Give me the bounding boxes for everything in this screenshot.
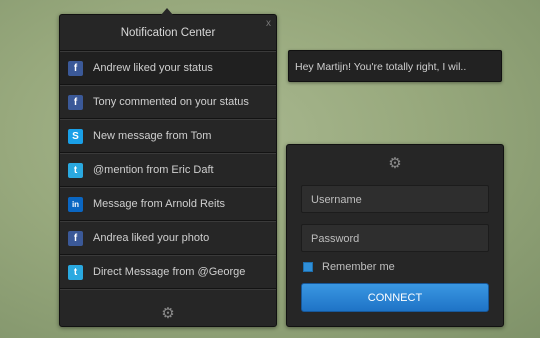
notification-text: Tony commented on your status [93,96,249,108]
login-header: ⚙ [287,145,503,181]
facebook-icon: f [68,230,83,246]
twitter-icon: t [68,162,83,178]
facebook-icon: f [68,60,83,76]
panel-pointer [161,8,173,15]
notification-center-panel: x Notification Center f Andrew liked you… [59,8,277,327]
notification-text: Message from Arnold Reits [93,198,226,210]
notification-item[interactable]: S New message from Tom [60,119,276,153]
facebook-icon: f [68,94,83,110]
close-button[interactable]: x [266,18,271,29]
panel-footer: ⚙ [60,289,276,335]
notification-text: @mention from Eric Daft [93,164,214,176]
notification-text: Direct Message from @George [93,266,246,278]
notification-item[interactable]: f Tony commented on your status [60,85,276,119]
remember-me-checkbox[interactable] [303,262,313,272]
gear-icon[interactable]: ⚙ [388,154,401,172]
remember-me-row[interactable]: Remember me [303,261,395,273]
linkedin-icon: in [68,196,83,212]
notification-item[interactable]: f Andrea liked your photo [60,221,276,255]
connect-button[interactable]: CONNECT [301,283,489,312]
tooltip-text: Hey Martijn! You're totally right, I wil… [295,61,467,73]
notification-text: New message from Tom [93,130,212,142]
username-input[interactable]: Username [301,185,489,213]
tooltip-pointer [288,61,289,73]
notification-item[interactable]: f Andrew liked your status [60,51,276,85]
notification-text: Andrew liked your status [93,62,213,74]
notification-item[interactable]: t @mention from Eric Daft [60,153,276,187]
skype-icon: S [68,128,83,144]
notification-text: Andrea liked your photo [93,232,210,244]
gear-icon[interactable]: ⚙ [161,304,174,322]
notification-item[interactable]: in Message from Arnold Reits [60,187,276,221]
password-input[interactable]: Password [301,224,489,252]
notification-item[interactable]: t Direct Message from @George [60,255,276,289]
twitter-icon: t [68,264,83,280]
login-panel: ⚙ Username Password Remember me CONNECT [286,144,504,327]
remember-me-label: Remember me [322,261,395,273]
panel-title: Notification Center [60,15,276,51]
message-preview-tooltip: Hey Martijn! You're totally right, I wil… [288,50,502,82]
